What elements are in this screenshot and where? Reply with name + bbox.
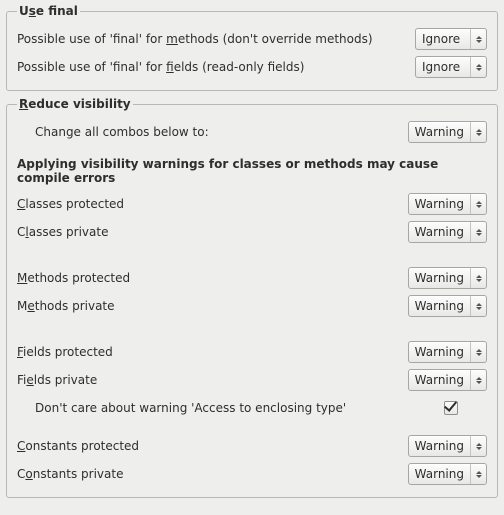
- constants-protected-combo[interactable]: Warning: [408, 435, 487, 457]
- classes-private-label: Classes private: [17, 225, 408, 239]
- final-fields-label: Possible use of 'final' for fields (read…: [17, 60, 415, 74]
- methods-protected-row: Methods protected Warning: [17, 265, 487, 291]
- combo-arrows-icon: [470, 57, 486, 77]
- methods-protected-combo[interactable]: Warning: [408, 267, 487, 289]
- combo-value: Ignore: [416, 57, 470, 77]
- final-fields-combo[interactable]: Ignore: [415, 56, 487, 78]
- fields-private-label: Fields private: [17, 373, 408, 387]
- combo-arrows-icon: [470, 464, 486, 484]
- combo-arrows-icon: [470, 370, 486, 390]
- combo-arrows-icon: [470, 194, 486, 214]
- final-methods-row: Possible use of 'final' for methods (don…: [17, 26, 487, 52]
- constants-private-label: Constants private: [17, 467, 408, 481]
- combo-value: Warning: [409, 436, 470, 456]
- legend-text: e final: [36, 4, 78, 18]
- use-final-legend: Use final: [17, 4, 80, 18]
- combo-value: Warning: [409, 296, 470, 316]
- fields-private-row: Fields private Warning: [17, 367, 487, 393]
- constants-protected-row: Constants protected Warning: [17, 433, 487, 459]
- dont-care-label: Don't care about warning 'Access to encl…: [17, 401, 415, 415]
- classes-protected-label: Classes protected: [17, 197, 408, 211]
- final-fields-row: Possible use of 'final' for fields (read…: [17, 54, 487, 80]
- use-final-group: Use final Possible use of 'final' for me…: [6, 4, 498, 91]
- methods-private-combo[interactable]: Warning: [408, 295, 487, 317]
- classes-private-combo[interactable]: Warning: [408, 221, 487, 243]
- dont-care-checkbox[interactable]: [444, 401, 458, 415]
- combo-arrows-icon: [470, 296, 486, 316]
- legend-mnemonic: s: [29, 4, 36, 18]
- combo-arrows-icon: [470, 436, 486, 456]
- fields-private-combo[interactable]: Warning: [408, 369, 487, 391]
- combo-value: Warning: [409, 342, 470, 362]
- dont-care-row: Don't care about warning 'Access to encl…: [17, 395, 487, 421]
- change-all-label: Change all combos below to:: [17, 125, 408, 139]
- fields-protected-combo[interactable]: Warning: [408, 341, 487, 363]
- constants-private-row: Constants private Warning: [17, 461, 487, 487]
- reduce-visibility-group: Reduce visibility Change all combos belo…: [6, 97, 498, 498]
- combo-value: Ignore: [416, 29, 470, 49]
- legend-text: educe visibility: [28, 97, 130, 111]
- final-methods-combo[interactable]: Ignore: [415, 28, 487, 50]
- legend-text: U: [19, 4, 29, 18]
- combo-value: Warning: [409, 464, 470, 484]
- constants-protected-label: Constants protected: [17, 439, 408, 453]
- combo-arrows-icon: [470, 122, 486, 142]
- combo-arrows-icon: [470, 222, 486, 242]
- classes-protected-row: Classes protected Warning: [17, 191, 487, 217]
- combo-arrows-icon: [470, 29, 486, 49]
- combo-arrows-icon: [470, 268, 486, 288]
- combo-value: Warning: [409, 370, 470, 390]
- combo-value: Warning: [409, 268, 470, 288]
- change-all-combo[interactable]: Warning: [408, 121, 487, 143]
- classes-protected-combo[interactable]: Warning: [408, 193, 487, 215]
- fields-protected-label: Fields protected: [17, 345, 408, 359]
- methods-protected-label: Methods protected: [17, 271, 408, 285]
- combo-value: Warning: [409, 222, 470, 242]
- change-all-row: Change all combos below to: Warning: [17, 119, 487, 145]
- combo-value: Warning: [409, 122, 470, 142]
- constants-private-combo[interactable]: Warning: [408, 463, 487, 485]
- fields-protected-row: Fields protected Warning: [17, 339, 487, 365]
- combo-arrows-icon: [470, 342, 486, 362]
- legend-mnemonic: R: [19, 97, 28, 111]
- final-methods-label: Possible use of 'final' for methods (don…: [17, 32, 415, 46]
- reduce-visibility-legend: Reduce visibility: [17, 97, 133, 111]
- methods-private-label: Methods private: [17, 299, 408, 313]
- combo-value: Warning: [409, 194, 470, 214]
- compile-error-warning: Applying visibility warnings for classes…: [17, 157, 487, 185]
- classes-private-row: Classes private Warning: [17, 219, 487, 245]
- methods-private-row: Methods private Warning: [17, 293, 487, 319]
